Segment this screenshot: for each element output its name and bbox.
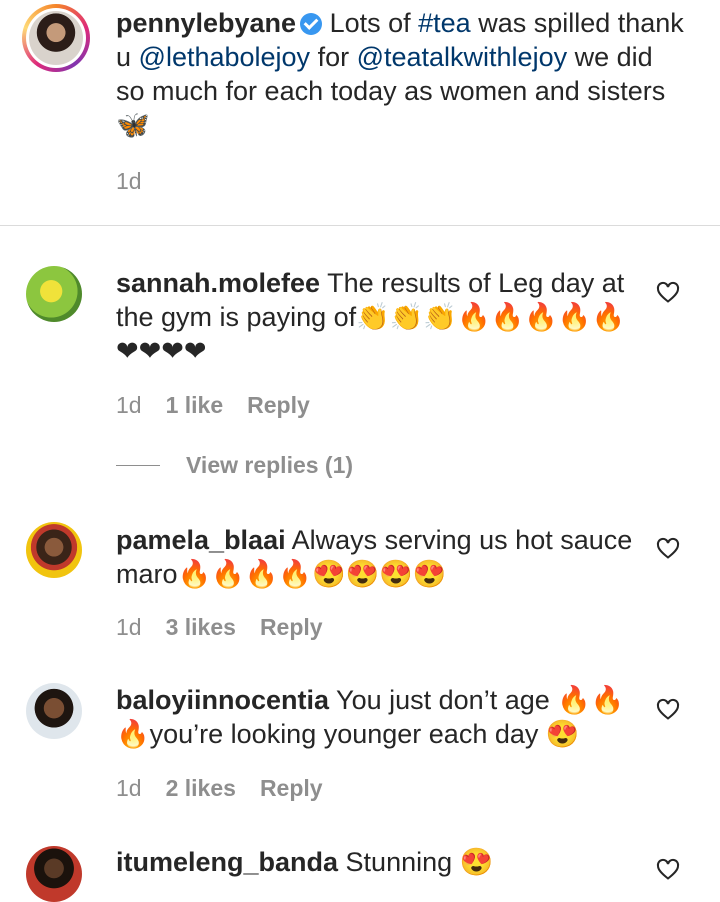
verified-badge-icon [300,13,323,35]
heart-outline-icon[interactable] [656,698,680,722]
comment-meta: 1d 2 likes Reply [116,775,323,802]
commenter-avatar[interactable] [26,266,82,322]
commenter-avatar[interactable] [26,522,82,578]
reply-button[interactable]: Reply [260,614,323,641]
comment-meta: 1d 3 likes Reply [116,614,323,641]
comment-meta: 1d 1 like Reply [116,392,310,419]
post-meta: 1d [116,168,142,195]
post-author-avatar[interactable] [22,4,90,72]
comment-username[interactable]: sannah.molefee [116,268,320,298]
comment-likes[interactable]: 3 likes [166,614,236,641]
heart-outline-icon[interactable] [656,537,680,561]
comment-username[interactable]: itumeleng_banda [116,847,338,877]
commenter-avatar[interactable] [26,683,82,739]
post-caption: pennylebyane Lots of #tea was spilled th… [0,0,720,225]
heart-outline-icon[interactable] [656,281,680,305]
reply-button[interactable]: Reply [260,775,323,802]
mention-lethabolejoy[interactable]: @lethabolejoy [139,42,311,72]
replies-divider-line [116,465,160,466]
comment-text: baloyiinnocentia You just don’t age 🔥🔥🔥y… [116,685,625,749]
divider [0,225,720,226]
post-time: 1d [116,168,142,194]
comment-text: pamela_blaai Always serving us hot sauce… [116,525,633,589]
comment-time: 1d [116,775,142,801]
mention-teatalkwithlejoy[interactable]: @teatalkwithlejoy [357,42,568,72]
comment-likes[interactable]: 2 likes [166,775,236,802]
post-username[interactable]: pennylebyane [116,8,296,38]
hashtag-tea[interactable]: #tea [418,8,471,38]
comment-likes[interactable]: 1 like [166,392,224,419]
caption-text: pennylebyane Lots of #tea was spilled th… [116,8,684,140]
comment-text: sannah.molefee The results of Leg day at… [116,268,626,366]
comment-time: 1d [116,614,142,640]
view-replies-button[interactable]: View replies (1) [116,452,353,479]
comment-time: 1d [116,392,142,418]
reply-button[interactable]: Reply [247,392,310,419]
comment-username[interactable]: pamela_blaai [116,525,286,555]
comment-username[interactable]: baloyiinnocentia [116,685,329,715]
comment-text: itumeleng_banda Stunning 😍 [116,847,494,877]
heart-outline-icon[interactable] [656,858,680,882]
